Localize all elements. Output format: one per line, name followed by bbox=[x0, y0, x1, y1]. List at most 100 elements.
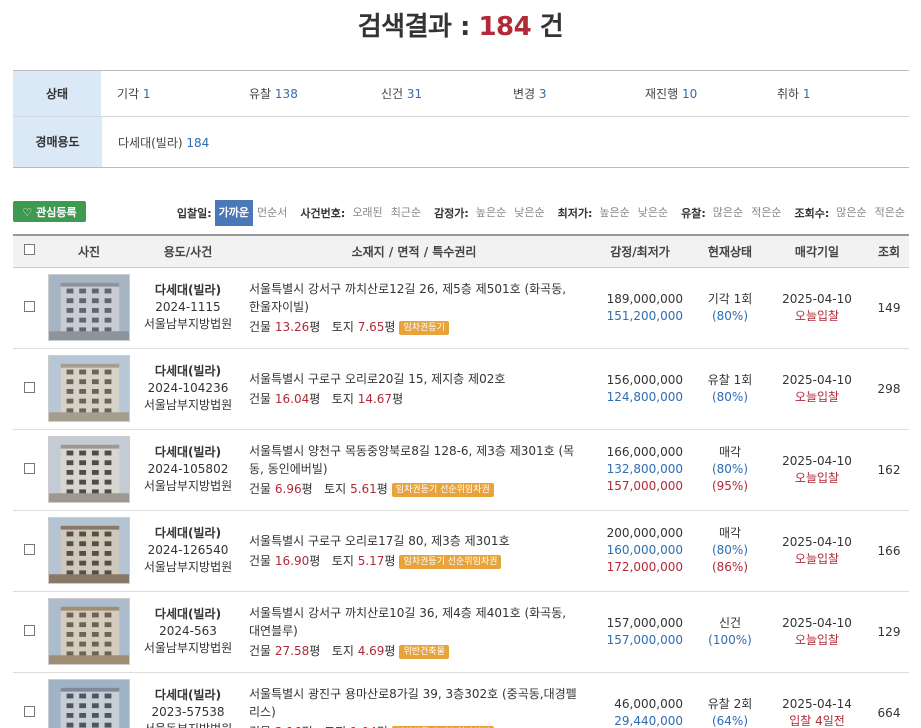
status-count: 3 bbox=[538, 87, 547, 101]
table-row[interactable]: 다세대(빌라) 2024-563 서울남부지방법원 서울특별시 강서구 까치산로10길… bbox=[13, 591, 909, 673]
sort-option[interactable]: 적은순 bbox=[871, 200, 909, 226]
sale-percent: (86%) bbox=[711, 560, 749, 574]
sort-option[interactable]: 먼순서 bbox=[253, 200, 291, 226]
case-number[interactable]: 2024-126540 bbox=[133, 542, 243, 559]
add-favorite-button[interactable]: ♡ 관심등록 bbox=[13, 201, 86, 222]
table-row[interactable]: 다세대(빌라)2023-57538서울동부지방법원서울특별시 광진구 용마산로8… bbox=[13, 672, 909, 728]
appraisal-price: 157,000,000 bbox=[606, 615, 683, 630]
header-views: 조회 bbox=[869, 234, 909, 268]
case-number[interactable]: 2024-563 bbox=[133, 623, 243, 640]
property-photo[interactable] bbox=[48, 517, 130, 584]
status-filter-row: 상태 기각 1 유찰 138 신건 31 변경 3 재진행 10 취하 1 bbox=[13, 71, 909, 117]
header-photo: 사진 bbox=[45, 234, 133, 268]
area-line: 건물 3.16평 토지 1.04평임차권등기 선순위임차권 bbox=[249, 723, 577, 728]
case-number[interactable]: 2023-57538 bbox=[133, 704, 243, 721]
sort-option[interactable]: 가까운 bbox=[214, 200, 254, 226]
status-filter-resumed[interactable]: 재진행 10 bbox=[645, 85, 777, 102]
photo-cell bbox=[45, 510, 133, 592]
usage-label-line2: 용도 bbox=[57, 135, 80, 149]
address-link[interactable]: 서울특별시 구로구 오리로20길 15, 제지층 제02호 bbox=[249, 370, 577, 388]
sort-option[interactable]: 많은순 bbox=[832, 200, 870, 226]
status-filter-withdrawn[interactable]: 취하 1 bbox=[777, 85, 909, 102]
land-area: 4.69 bbox=[357, 643, 385, 658]
address-link[interactable]: 서울특별시 양천구 목동중앙북로8길 128-6, 제3층 제301호 (목동,… bbox=[249, 442, 577, 478]
row-checkbox[interactable] bbox=[23, 705, 35, 717]
row-checkbox[interactable] bbox=[23, 462, 35, 474]
sort-option[interactable]: 오래된 bbox=[348, 200, 386, 226]
building-area: 6.96 bbox=[274, 481, 302, 496]
sort-option[interactable]: 많은순 bbox=[709, 200, 747, 226]
usage-count: 184 bbox=[186, 135, 210, 150]
state-percent: (80%) bbox=[711, 462, 749, 476]
case-number[interactable]: 2024-104236 bbox=[133, 380, 243, 397]
state-text: 유찰 1회 bbox=[707, 372, 753, 387]
unit-label: 평 bbox=[301, 481, 313, 496]
property-photo[interactable] bbox=[48, 355, 130, 422]
sort-label: 입찰일: bbox=[176, 207, 212, 220]
sort-option[interactable]: 낮은순 bbox=[634, 200, 672, 226]
status-filter-changed[interactable]: 변경 3 bbox=[513, 85, 645, 102]
date-note: 오늘입찰 bbox=[794, 389, 840, 404]
use-type: 다세대(빌라) bbox=[154, 445, 222, 459]
address-link[interactable]: 서울특별시 강서구 까치산로10길 36, 제4층 제401호 (화곡동, 대연… bbox=[249, 604, 577, 640]
row-checkbox[interactable] bbox=[23, 300, 35, 312]
sale-date: 2025-04-10 bbox=[782, 291, 852, 306]
table-row[interactable]: 다세대(빌라) 2024-105802 서울남부지방법원 서울특별시 양천구 목동중앙… bbox=[13, 429, 909, 511]
price-cell: 200,000,000 160,000,000 172,000,000 bbox=[585, 510, 695, 592]
case-number[interactable]: 2024-105802 bbox=[133, 461, 243, 478]
row-checkbox[interactable] bbox=[23, 543, 35, 555]
property-photo[interactable] bbox=[48, 274, 130, 341]
unit-label: 평 bbox=[376, 481, 388, 496]
address-link[interactable]: 서울특별시 강서구 까치산로12길 26, 제5층 제501호 (화곡동, 한울… bbox=[249, 280, 577, 316]
area-line: 건물 16.90평 토지 5.17평 임차권등기 선순위임차권 bbox=[249, 552, 577, 570]
table-row[interactable]: 다세대(빌라) 2024-104236 서울남부지방법원 서울특별시 구로구 오리로2… bbox=[13, 348, 909, 430]
sort-option[interactable]: 낮은순 bbox=[510, 200, 548, 226]
state-cell: 매각 (80%) (95%) bbox=[695, 429, 765, 511]
property-photo[interactable] bbox=[48, 598, 130, 665]
state-text: 기각 1회 bbox=[707, 291, 753, 306]
address-cell: 서울특별시 양천구 목동중앙북로8길 128-6, 제3층 제301호 (목동,… bbox=[243, 429, 585, 511]
building-label: 건물 bbox=[249, 319, 272, 334]
price-cell: 156,000,000 124,800,000 bbox=[585, 348, 695, 430]
table-row[interactable]: 다세대(빌라) 2024-126540 서울남부지방법원 서울특별시 구로구 오리로1… bbox=[13, 510, 909, 592]
usage-label-line1: 경매 bbox=[35, 135, 58, 149]
usage-filter-row: 경매 용도 다세대(빌라) 184 bbox=[13, 117, 909, 167]
property-photo[interactable] bbox=[48, 679, 130, 728]
sort-option[interactable]: 최근순 bbox=[387, 200, 425, 226]
land-label: 토지 bbox=[331, 391, 354, 406]
building-area: 16.04 bbox=[274, 391, 310, 406]
select-all-checkbox[interactable] bbox=[23, 244, 35, 256]
use-cell: 다세대(빌라) 2023-57538서울동부지방법원 bbox=[133, 672, 243, 728]
table-row[interactable]: 다세대(빌라) 2024-1115 서울남부지방법원 서울특별시 강서구 까치산로12… bbox=[13, 267, 909, 349]
sale-percent: (95%) bbox=[711, 479, 749, 493]
checkbox-cell bbox=[13, 591, 45, 673]
court-name: 서울남부지방법원 bbox=[143, 317, 233, 331]
status-filter-rejected[interactable]: 기각 1 bbox=[117, 85, 249, 102]
unit-label: 평 bbox=[309, 391, 321, 406]
checkbox-cell bbox=[13, 429, 45, 511]
address-link[interactable]: 서울특별시 광진구 용마산로8가길 39, 3층302호 (중곡동,대경펠리스) bbox=[249, 685, 577, 721]
use-cell: 다세대(빌라) 2024-126540 서울남부지방법원 bbox=[133, 510, 243, 592]
sort-option[interactable]: 적은순 bbox=[747, 200, 785, 226]
table-header-row: 사진 용도/사건 소재지 / 면적 / 특수권리 감정/최저가 현재상태 매각기… bbox=[13, 234, 909, 268]
date-cell: 2025-04-10 오늘입찰 bbox=[765, 267, 869, 349]
sort-option[interactable]: 높은순 bbox=[595, 200, 633, 226]
building-area: 16.90 bbox=[274, 553, 310, 568]
status-filter-failed[interactable]: 유찰 138 bbox=[249, 85, 381, 102]
sale-price: 157,000,000 bbox=[606, 479, 683, 493]
usage-filter-villa[interactable]: 다세대(빌라) 184 bbox=[118, 134, 209, 151]
row-checkbox[interactable] bbox=[23, 381, 35, 393]
use-type: 다세대(빌라) bbox=[154, 283, 222, 297]
row-checkbox[interactable] bbox=[23, 624, 35, 636]
views-count: 298 bbox=[869, 348, 909, 430]
property-photo[interactable] bbox=[48, 436, 130, 503]
case-number[interactable]: 2024-1115 bbox=[133, 299, 243, 316]
sort-option[interactable]: 높은순 bbox=[472, 200, 510, 226]
state-percent: (80%) bbox=[711, 308, 749, 323]
status-filter-new[interactable]: 신건 31 bbox=[381, 85, 513, 102]
minimum-price: 29,440,000 bbox=[614, 713, 683, 728]
address-link[interactable]: 서울특별시 구로구 오리로17길 80, 제3층 제301호 bbox=[249, 532, 577, 550]
state-cell: 유찰 1회 (80%) bbox=[695, 348, 765, 430]
state-text: 매각 bbox=[718, 526, 742, 540]
price-cell: 189,000,000 151,200,000 bbox=[585, 267, 695, 349]
